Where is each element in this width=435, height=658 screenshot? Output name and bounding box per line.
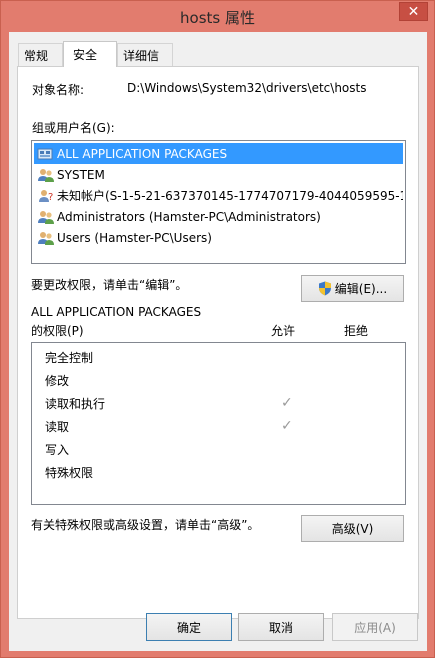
- advanced-hint: 有关特殊权限或高级设置，请单击“高级”。: [31, 518, 260, 532]
- tab-general-label: 常规: [24, 49, 49, 63]
- permission-row: 特殊权限: [45, 461, 93, 483]
- close-button[interactable]: ✕: [399, 2, 428, 21]
- tab-security-label: 安全: [73, 48, 98, 62]
- uac-shield-icon: [318, 281, 331, 296]
- tab-security[interactable]: 安全: [63, 41, 117, 67]
- user-name: Administrators (Hamster-PC\Administrator…: [57, 209, 321, 224]
- permission-name: 特殊权限: [45, 465, 94, 480]
- unknown-user-icon: ?: [39, 189, 53, 203]
- edit-button-label: 编辑(E)...: [334, 282, 388, 296]
- advanced-button[interactable]: 高级(V): [301, 515, 404, 542]
- allow-column-header: 允许: [271, 324, 296, 338]
- properties-window: hosts 属性 ✕ 常规 安全 详细信息 对象名称: D:\Windows\S…: [0, 0, 435, 658]
- permission-row: 写入: [45, 438, 69, 460]
- user-group-icon: [38, 168, 54, 182]
- allow-check-icon: ✓: [281, 418, 293, 434]
- list-item-administrators[interactable]: Administrators (Hamster-PC\Administrator…: [34, 206, 403, 227]
- user-name: Users (Hamster-PC\Users): [57, 230, 212, 245]
- advanced-button-label: 高级(V): [331, 522, 374, 536]
- permission-for-label: 的权限(P): [31, 324, 84, 338]
- ok-button-label: 确定: [176, 620, 201, 635]
- user-listbox[interactable]: ALL APPLICATION PACKAGES SYSTEM ? 未知帐户(S…: [31, 140, 406, 264]
- list-item-all-app-packages[interactable]: ALL APPLICATION PACKAGES: [34, 143, 403, 164]
- permission-name: 写入: [45, 442, 70, 457]
- svg-text:?: ?: [48, 192, 53, 203]
- object-name-value: D:\Windows\System32\drivers\etc\hosts: [127, 81, 367, 95]
- edit-button[interactable]: 编辑(E)...: [301, 275, 404, 302]
- object-name-label: 对象名称:: [32, 83, 85, 97]
- cancel-button-label: 取消: [268, 620, 293, 635]
- list-item-system[interactable]: SYSTEM: [34, 164, 403, 185]
- permission-row: 修改: [45, 369, 69, 391]
- apply-button-label: 应用(A): [354, 620, 396, 635]
- user-group-icon: [38, 210, 54, 224]
- user-group-icon: [38, 231, 54, 245]
- tab-general[interactable]: 常规: [18, 43, 63, 66]
- dialog-client-area: 常规 安全 详细信息 对象名称: D:\Windows\System32\dri…: [9, 32, 427, 651]
- list-item-users[interactable]: Users (Hamster-PC\Users): [34, 227, 403, 248]
- permission-name: 读取: [45, 419, 70, 434]
- permission-list[interactable]: 完全控制 修改 读取和执行 ✓ 读取 ✓ 写入 特殊权限: [31, 342, 406, 505]
- permission-name: 读取和执行: [45, 396, 106, 411]
- allow-check-icon: ✓: [281, 395, 293, 411]
- permission-row: 完全控制: [45, 346, 93, 368]
- user-name: 未知帐户(S-1-5-21-637370145-1774707179-40440…: [57, 189, 403, 203]
- tab-details[interactable]: 详细信息: [117, 43, 173, 80]
- list-item-unknown-account[interactable]: ? 未知帐户(S-1-5-21-637370145-1774707179-404…: [34, 185, 403, 206]
- user-name: SYSTEM: [57, 167, 105, 182]
- permission-name: 完全控制: [45, 350, 94, 365]
- deny-column-header: 拒绝: [344, 324, 369, 338]
- group-user-label: 组或用户名(G):: [32, 121, 115, 135]
- cancel-button[interactable]: 取消: [238, 613, 324, 641]
- user-name: ALL APPLICATION PACKAGES: [57, 146, 228, 161]
- permission-row: 读取和执行: [45, 392, 105, 414]
- apply-button[interactable]: 应用(A): [332, 613, 418, 641]
- change-permission-hint: 要更改权限，请单击“编辑”。: [31, 278, 188, 292]
- title-bar[interactable]: hosts 属性 ✕: [1, 1, 434, 33]
- permission-target-name: ALL APPLICATION PACKAGES: [31, 305, 202, 319]
- group-icon: [37, 148, 53, 159]
- permission-name: 修改: [45, 373, 70, 388]
- close-icon: ✕: [407, 3, 420, 20]
- ok-button[interactable]: 确定: [146, 613, 232, 641]
- permission-row: 读取: [45, 415, 69, 437]
- window-title: hosts 属性: [180, 9, 255, 27]
